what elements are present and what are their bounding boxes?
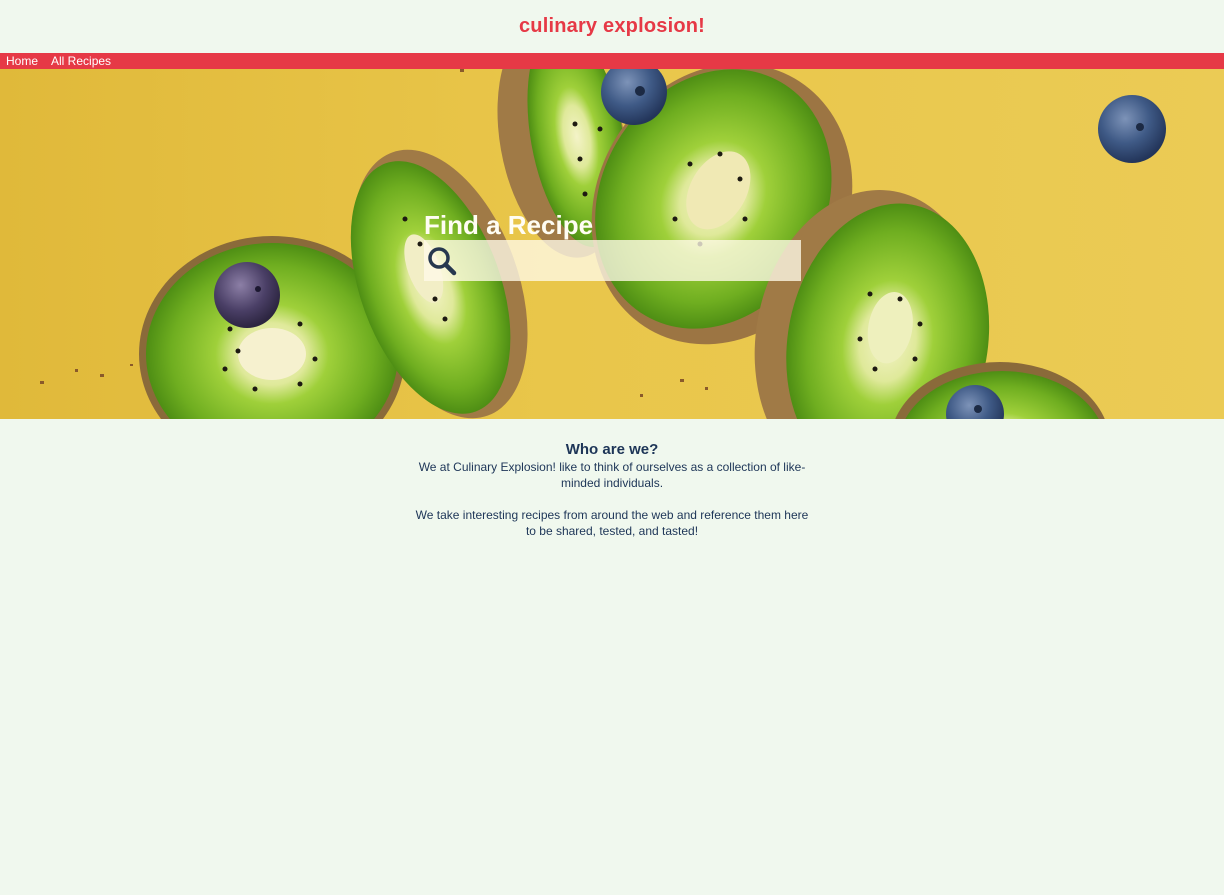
site-title: culinary explosion! xyxy=(518,15,706,37)
about-paragraph-1: We at Culinary Explosion! like to think … xyxy=(418,460,806,490)
blueberry-3 xyxy=(214,262,280,328)
blueberry-2 xyxy=(1098,95,1166,163)
site-header: culinary explosion! xyxy=(0,0,1224,53)
recipe-search-area: Find a Recipe xyxy=(424,210,801,281)
nav-link-all-recipes[interactable]: All Recipes xyxy=(51,53,111,69)
about-section: Who are we? We at Culinary Explosion! li… xyxy=(412,441,812,539)
hero-banner: Find a Recipe xyxy=(0,69,1224,419)
recipe-search-box[interactable] xyxy=(424,240,801,281)
recipe-search-input[interactable] xyxy=(458,241,801,280)
nav-link-home[interactable]: Home xyxy=(6,53,38,69)
about-heading: Who are we? xyxy=(565,441,659,458)
find-recipe-heading: Find a Recipe xyxy=(424,210,594,240)
search-icon[interactable] xyxy=(426,245,458,277)
about-paragraph-2: We take interesting recipes from around … xyxy=(415,508,809,538)
main-navbar: Home All Recipes xyxy=(0,53,1224,69)
